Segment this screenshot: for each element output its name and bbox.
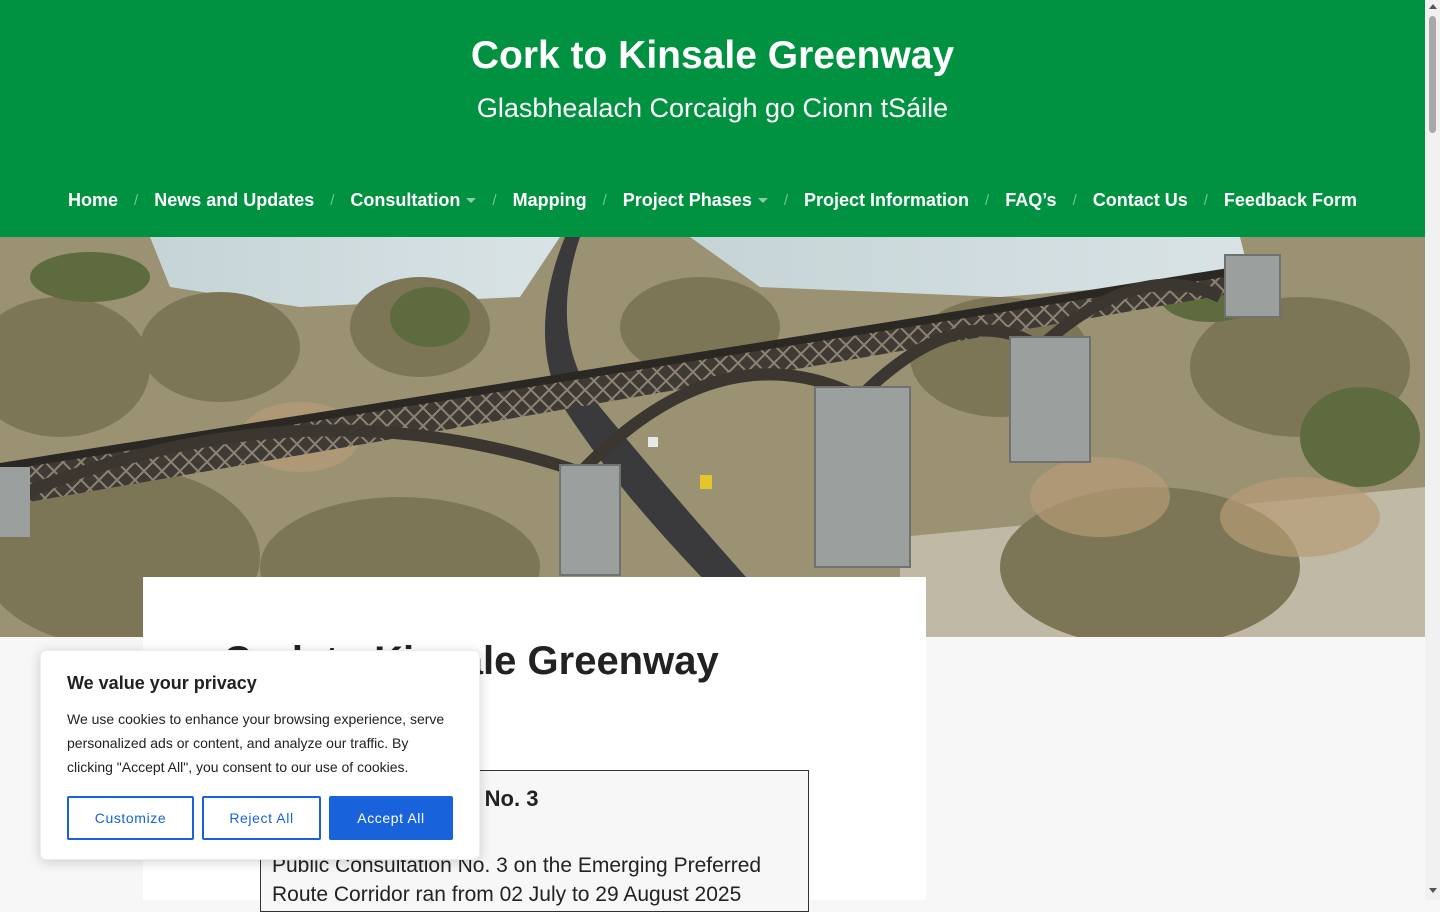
chevron-down-icon [757, 197, 768, 203]
nav-item-label: Project Phases [622, 189, 752, 210]
nav-item-label: Home [68, 189, 119, 210]
nav-item-project-information[interactable]: Project Information [804, 190, 969, 211]
scroll-down-arrow-icon[interactable] [1429, 888, 1437, 893]
chevron-down-icon [466, 197, 477, 203]
scroll-thumb[interactable] [1429, 16, 1436, 133]
nav-item-label: Contact Us [1092, 189, 1188, 210]
nav-separator: / [1203, 191, 1208, 209]
nav-item-mapping[interactable]: Mapping [513, 190, 587, 211]
nav-separator: / [783, 191, 789, 209]
nav-item-project-phases[interactable]: Project Phases [623, 190, 768, 211]
cookie-consent-banner: We value your privacy We use cookies to … [40, 650, 480, 860]
nav-item-label: Consultation [350, 189, 461, 210]
nav-item-home[interactable]: Home [68, 190, 118, 211]
nav-item-news-and-updates[interactable]: News and Updates [154, 190, 314, 211]
cookie-banner-text: We use cookies to enhance your browsing … [67, 711, 445, 775]
nav-item-faqs[interactable]: FAQ’s [1005, 190, 1056, 211]
nav-separator: / [134, 191, 139, 209]
nav-separator: / [330, 191, 335, 209]
nav-separator: / [492, 191, 497, 209]
nav-separator: / [1072, 191, 1077, 209]
nav-item-label: News and Updates [154, 189, 315, 210]
cookie-banner-title: We value your privacy [67, 673, 257, 693]
nav-item-label: Mapping [512, 189, 587, 210]
site-title[interactable]: Cork to Kinsale Greenway [0, 33, 1425, 79]
nav-item-contact-us[interactable]: Contact Us [1093, 190, 1188, 211]
site-header: Cork to Kinsale Greenway Glasbhealach Co… [0, 0, 1425, 237]
reject-all-button[interactable]: Reject All [202, 796, 321, 840]
nav-item-feedback-form[interactable]: Feedback Form [1224, 190, 1357, 211]
nav-item-label: Feedback Form [1223, 189, 1357, 210]
nav-item-label: Project Information [804, 189, 970, 210]
nav-item-consultation[interactable]: Consultation [350, 189, 477, 211]
nav-separator: / [985, 191, 990, 209]
accept-all-button[interactable]: Accept All [329, 796, 453, 840]
nav-item-label: FAQ’s [1005, 189, 1057, 210]
nav-separator: / [602, 191, 607, 209]
main-nav: Home / News and Updates / Consultation /… [0, 183, 1425, 217]
customize-button[interactable]: Customize [67, 796, 194, 840]
scroll-up-arrow-icon[interactable] [1429, 4, 1437, 9]
page-scrollbar[interactable] [1425, 0, 1440, 900]
site-tagline: Glasbhealach Corcaigh go Cionn tSáile [476, 93, 949, 123]
